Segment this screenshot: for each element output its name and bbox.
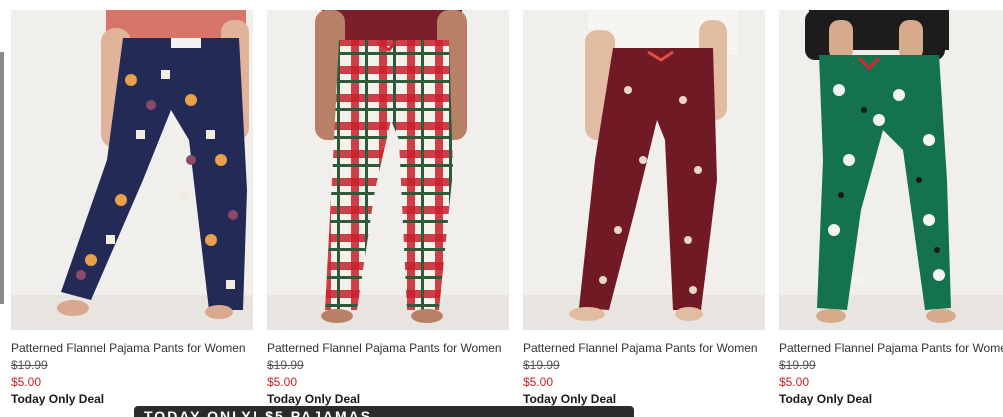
deal-label: Today Only Deal <box>523 392 617 406</box>
deal-label: Today Only Deal <box>267 392 361 406</box>
burgundy-pajama-pants-icon <box>523 10 765 330</box>
deal-label: Today Only Deal <box>11 392 105 406</box>
product-image[interactable] <box>267 10 509 330</box>
product-grid-page: Patterned Flannel Pajama Pants for Women… <box>0 0 1003 417</box>
original-price: $19.99 <box>267 358 304 372</box>
original-price: $19.99 <box>779 358 816 372</box>
sale-price: $5.00 <box>779 375 810 389</box>
sale-price: $5.00 <box>523 375 554 389</box>
product-card[interactable]: Patterned Flannel Pajama Pants for Women… <box>523 10 765 407</box>
sale-price: $5.00 <box>11 375 42 389</box>
product-name-link[interactable]: Patterned Flannel Pajama Pants for Women <box>267 341 509 356</box>
product-name-link[interactable]: Patterned Flannel Pajama Pants for Women <box>779 341 1003 356</box>
product-card[interactable]: Patterned Flannel Pajama Pants for Women… <box>11 10 253 407</box>
product-name-link[interactable]: Patterned Flannel Pajama Pants for Women <box>523 341 765 356</box>
sale-price: $5.00 <box>267 375 298 389</box>
deal-label: Today Only Deal <box>779 392 873 406</box>
product-image[interactable] <box>523 10 765 330</box>
promo-banner[interactable]: TODAY ONLY! $5 PAJAMAS <box>134 406 634 417</box>
product-image[interactable] <box>779 10 1003 330</box>
product-image[interactable] <box>11 10 253 330</box>
product-card[interactable]: Patterned Flannel Pajama Pants for Women… <box>779 10 1003 407</box>
navy-pajama-pants-icon <box>11 10 253 330</box>
original-price: $19.99 <box>11 358 48 372</box>
green-pajama-pants-icon <box>779 10 1003 330</box>
product-card[interactable]: Patterned Flannel Pajama Pants for Women… <box>267 10 509 407</box>
scroll-edge <box>0 52 4 304</box>
original-price: $19.99 <box>523 358 560 372</box>
product-name-link[interactable]: Patterned Flannel Pajama Pants for Women <box>11 341 253 356</box>
plaid-pajama-pants-icon <box>267 10 509 330</box>
